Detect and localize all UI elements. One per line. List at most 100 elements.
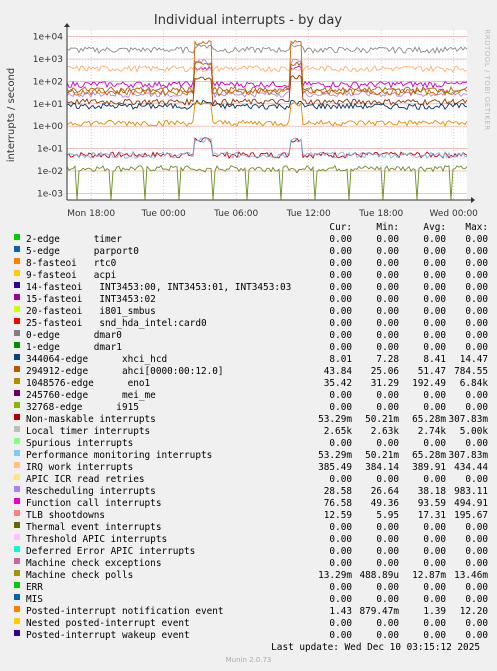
legend-avg: 12.87m — [412, 570, 446, 581]
legend-max: 0.00 — [465, 270, 488, 281]
legend-min: 0.00 — [376, 258, 399, 269]
legend-swatch — [14, 618, 20, 624]
legend-label: 294912-edge ahci[0000:00:12.0] — [26, 366, 224, 377]
legend-label: 25-fasteoi snd_hda_intel:card0 — [26, 318, 207, 329]
legend-min: 0.00 — [376, 474, 399, 485]
legend-row: 294912-edge ahci[0000:00:12.0] 43.84 25.06… — [12, 366, 488, 378]
y-tick-label: 1e+02 — [33, 77, 63, 87]
legend-row: Nested posted-interrupt event 0.00 0.00 0.0… — [12, 618, 488, 630]
legend-rows: 2-edge timer 0.00 0.00 0.00 0.00 5-edge parpo… — [12, 234, 488, 642]
x-tick-label: Tue 06:00 — [213, 209, 258, 219]
legend-min: 7.28 — [376, 354, 399, 365]
legend-avg: 0.00 — [423, 474, 446, 485]
legend-cur: 0.00 — [329, 438, 352, 449]
legend-cur: 0.00 — [329, 234, 352, 245]
legend-swatch — [14, 438, 20, 444]
legend-min: 0.00 — [376, 342, 399, 353]
legend-swatch — [14, 318, 20, 324]
y-axis-label: interrupts / second — [6, 68, 17, 162]
legend-min: 0.00 — [376, 318, 399, 329]
legend-row: Posted-interrupt wakeup event 0.00 0.00 0.0… — [12, 630, 488, 642]
legend-label: 0-edge dmar0 — [26, 330, 122, 341]
legend-max: 0.00 — [465, 546, 488, 557]
legend-min: 0.00 — [376, 618, 399, 629]
legend-min: 384.14 — [365, 462, 399, 473]
legend-min: 26.64 — [370, 486, 399, 497]
legend-min: 0.00 — [376, 390, 399, 401]
legend-swatch — [14, 342, 20, 348]
legend-max: 0.00 — [465, 630, 488, 641]
legend-label: 5-edge parport0 — [26, 246, 139, 257]
legend-swatch — [14, 246, 20, 252]
legend-min: 0.00 — [376, 534, 399, 545]
legend-avg: 0.00 — [423, 582, 446, 593]
legend-cur: 0.00 — [329, 282, 352, 293]
legend-avg: 65.28m — [412, 414, 446, 425]
legend-label: TLB shootdowns — [26, 510, 106, 521]
legend-label: Rescheduling interrupts — [26, 486, 156, 497]
legend-label: 344064-edge xhci_hcd — [26, 354, 168, 365]
legend-max: 434.44 — [454, 462, 488, 473]
y-axis-arrow — [64, 23, 70, 27]
legend-min: 0.00 — [376, 558, 399, 569]
legend-avg: 93.59 — [417, 498, 446, 509]
legend-avg: 0.00 — [423, 522, 446, 533]
legend-max: 0.00 — [465, 402, 488, 413]
legend-max: 14.47 — [459, 354, 488, 365]
legend-min: 0.00 — [376, 282, 399, 293]
x-axis-arrow — [471, 197, 475, 203]
legend-swatch — [14, 606, 20, 612]
legend-row: Performance monitoring interrupts 53.29m 5… — [12, 450, 488, 462]
x-tick-label: Tue 18:00 — [358, 209, 403, 219]
legend-max: 0.00 — [465, 330, 488, 341]
legend-max: 0.00 — [465, 246, 488, 257]
legend-avg: 2.74k — [417, 426, 446, 437]
legend-max: 0.00 — [465, 258, 488, 269]
legend-min: 0.00 — [376, 594, 399, 605]
legend-row: 0-edge dmar0 0.00 0.00 0.00 0.00 — [12, 330, 488, 342]
legend-label: Threshold APIC interrupts — [26, 534, 168, 545]
legend-label: 32768-edge i915 — [26, 402, 139, 413]
legend-cur: 2.65k — [323, 426, 352, 437]
legend-swatch — [14, 294, 20, 300]
legend-max: 0.00 — [465, 318, 488, 329]
legend-row: 20-fasteoi i801_smbus 0.00 0.00 0.00 0.00 — [12, 306, 488, 318]
legend-avg: 0.00 — [423, 402, 446, 413]
legend-row: 9-fasteoi acpi 0.00 0.00 0.00 0.00 — [12, 270, 488, 282]
legend-cur: 8.01 — [329, 354, 352, 365]
legend-max: 0.00 — [465, 474, 488, 485]
legend-avg: 8.41 — [423, 354, 446, 365]
legend-cur: 0.00 — [329, 330, 352, 341]
x-tick-label: Tue 12:00 — [286, 209, 331, 219]
legend-avg: 65.28m — [412, 450, 446, 461]
legend-swatch — [14, 330, 20, 336]
legend-cur: 0.00 — [329, 618, 352, 629]
legend-cur: 0.00 — [329, 594, 352, 605]
legend-swatch — [14, 414, 20, 420]
legend-header: Cur: Min: Avg: Max: — [12, 222, 488, 234]
legend-label: Deferred Error APIC interrupts — [26, 546, 196, 557]
legend-max: 983.11 — [454, 486, 488, 497]
legend-min: 31.29 — [370, 378, 399, 389]
legend-cur: 0.00 — [329, 270, 352, 281]
legend-swatch — [14, 570, 20, 576]
legend-cur: 0.00 — [329, 474, 352, 485]
legend-label: Machine check polls — [26, 570, 134, 581]
legend-min: 0.00 — [376, 582, 399, 593]
legend-row: 2-edge timer 0.00 0.00 0.00 0.00 — [12, 234, 488, 246]
legend-swatch — [14, 366, 20, 372]
legend-max: 307.83m — [448, 414, 488, 425]
legend-label: 15-fasteoi INT3453:02 — [26, 294, 156, 305]
legend-row: Function call interrupts 76.58 49.36 93.59 4… — [12, 498, 488, 510]
legend-row: IRQ work interrupts 385.49 384.14 389.91 434… — [12, 462, 488, 474]
legend-swatch — [14, 486, 20, 492]
legend-label: 8-fasteoi rtc0 — [26, 258, 117, 269]
legend-avg: 0.00 — [423, 546, 446, 557]
legend-cur: 0.00 — [329, 558, 352, 569]
legend-label: 1-edge dmar1 — [26, 342, 122, 353]
legend-row: 25-fasteoi snd_hda_intel:card0 0.00 0.00 0.… — [12, 318, 488, 330]
legend-row: 32768-edge i915 0.00 0.00 0.00 0.00 — [12, 402, 488, 414]
legend-max: 307.83m — [448, 450, 488, 461]
legend-max: 0.00 — [465, 558, 488, 569]
legend-cur: 0.00 — [329, 522, 352, 533]
